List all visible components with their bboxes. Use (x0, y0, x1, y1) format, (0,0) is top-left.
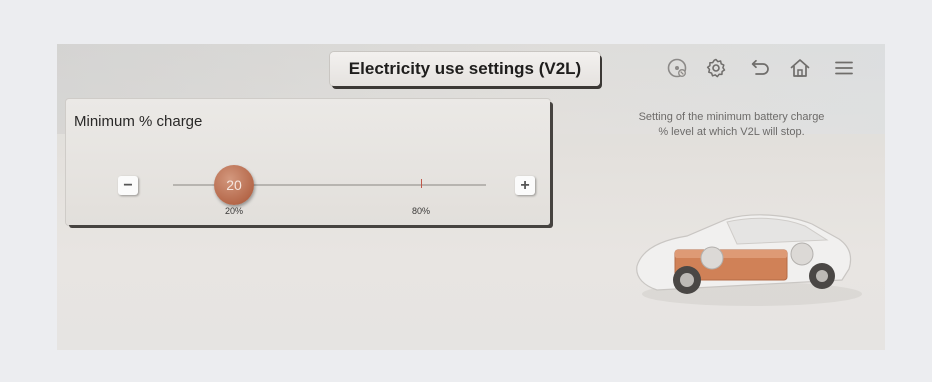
menu-icon[interactable] (832, 56, 856, 80)
max-charge-marker (421, 179, 422, 188)
decrease-button[interactable]: − (118, 176, 138, 195)
back-arrow-icon[interactable] (748, 56, 772, 80)
car-battery-illustration (636, 214, 862, 306)
info-description: Setting of the minimum battery charge % … (604, 110, 859, 140)
info-line-1: Setting of the minimum battery charge (638, 111, 825, 123)
charge-slider-knob[interactable]: 20 (214, 165, 254, 205)
panel-title: Minimum % charge (74, 113, 203, 130)
settings-gear-icon[interactable] (704, 56, 728, 80)
increase-button[interactable]: + (515, 176, 535, 195)
min-charge-label: 20% (225, 206, 244, 216)
page-title: Electricity use settings (V2L) (330, 52, 600, 86)
info-line-2: % level at which V2L will stop. (658, 126, 805, 138)
page-title-text: Electricity use settings (V2L) (348, 59, 582, 78)
minus-icon: − (123, 176, 133, 194)
slider-value: 20 (226, 177, 242, 193)
marker-charge-label: 80% (412, 206, 431, 216)
v2l-settings-screen: Electricity use settings (V2L) Minimum %… (57, 44, 885, 350)
minimum-charge-panel: Minimum % charge − 20 20% 80% + (66, 99, 550, 225)
home-icon[interactable] (788, 56, 812, 80)
plus-icon: + (520, 176, 530, 194)
media-off-icon[interactable] (665, 56, 689, 80)
